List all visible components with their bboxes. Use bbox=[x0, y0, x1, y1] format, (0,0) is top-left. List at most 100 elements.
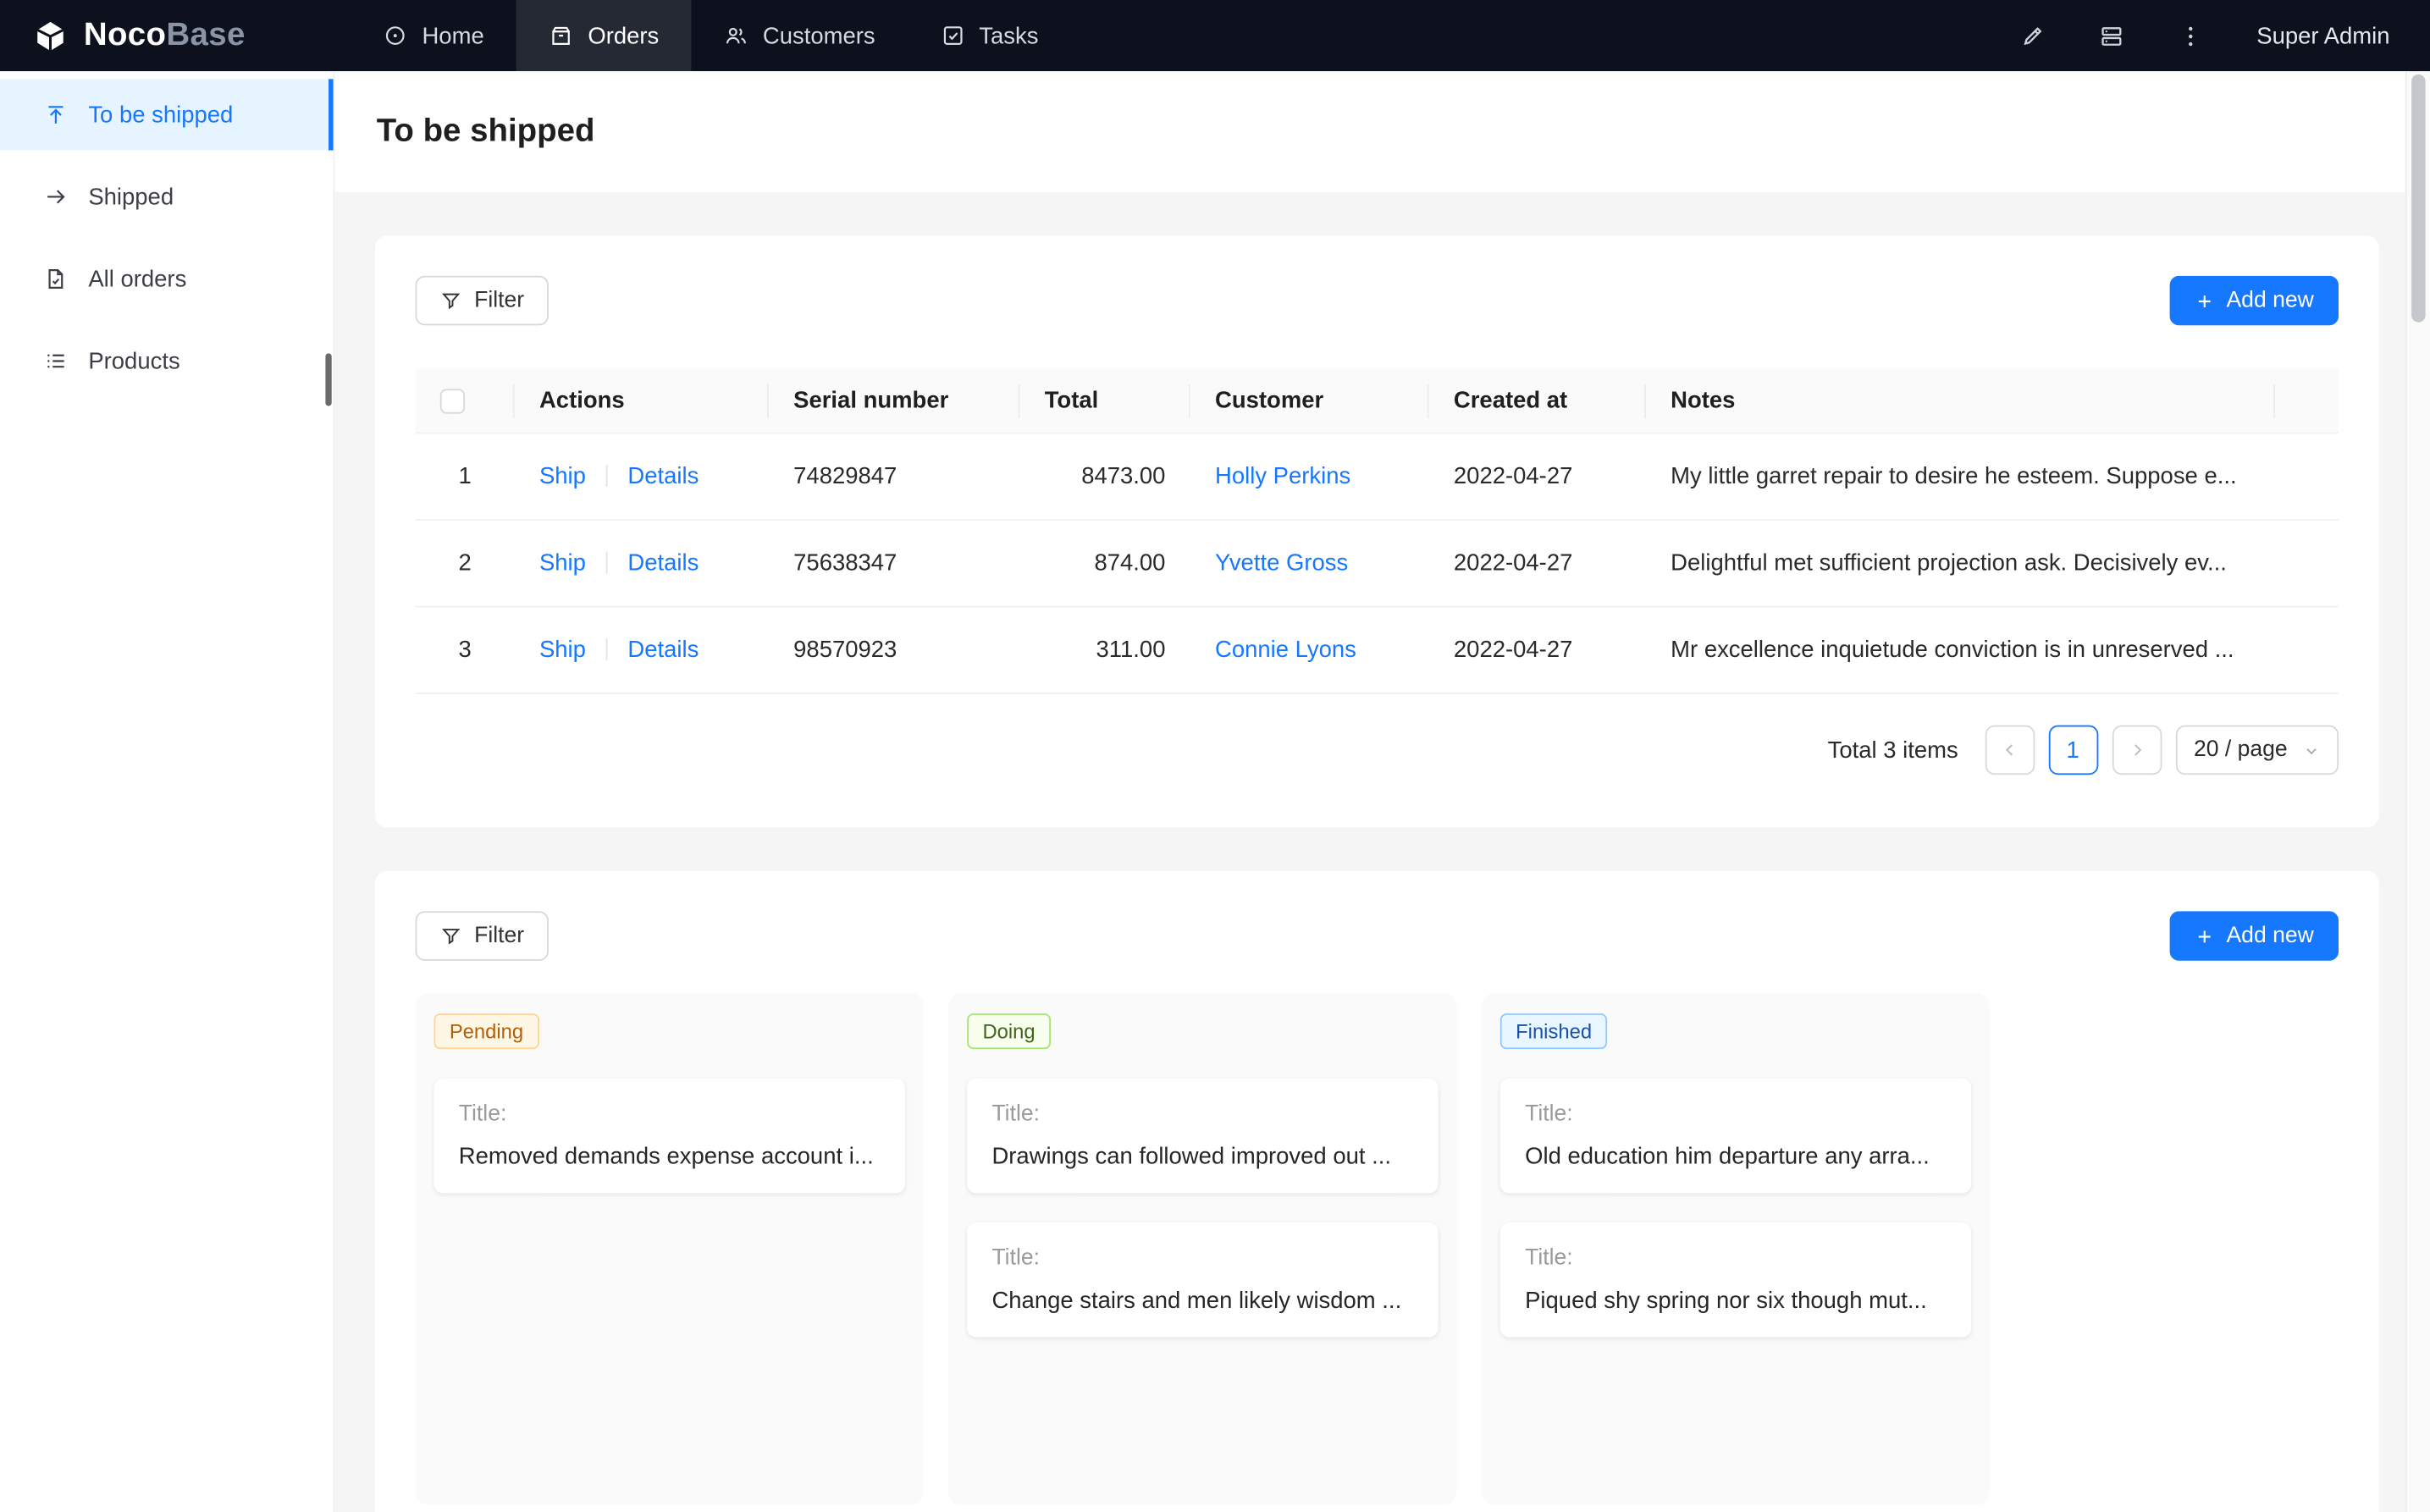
column-header-customer: Customer bbox=[1190, 369, 1429, 433]
sidebar-item-label: To be shipped bbox=[88, 102, 233, 128]
main-nav: Home Orders Customers bbox=[351, 0, 1071, 71]
select-all-checkbox[interactable] bbox=[440, 389, 465, 413]
plus-icon bbox=[2194, 290, 2214, 311]
pen-icon[interactable] bbox=[2019, 23, 2046, 49]
window-scrollbar[interactable] bbox=[2405, 71, 2430, 1512]
pagination: Total 3 items 1 bbox=[416, 726, 2339, 775]
total-cell: 311.00 bbox=[1019, 607, 1190, 694]
page-size-value: 20 / page bbox=[2194, 737, 2288, 762]
card-field-value: Old education him departure any arra... bbox=[1525, 1144, 1947, 1170]
column-header-actions: Actions bbox=[515, 369, 769, 433]
ship-link[interactable]: Ship bbox=[539, 637, 586, 663]
customer-link[interactable]: Holly Perkins bbox=[1215, 463, 1350, 489]
file-check-icon bbox=[43, 267, 68, 291]
sidebar-scrollbar-thumb[interactable] bbox=[325, 353, 331, 406]
customers-icon bbox=[724, 23, 748, 47]
orders-table: Actions Serial number Total Customer Cre… bbox=[416, 369, 2339, 694]
kanban-card[interactable]: Title: Old education him departure any a… bbox=[1500, 1079, 1971, 1193]
orders-table-block: Filter Add new bbox=[375, 235, 2379, 827]
nav-item-home[interactable]: Home bbox=[351, 0, 516, 71]
plus-icon bbox=[2194, 926, 2214, 946]
filter-icon bbox=[440, 925, 462, 947]
column-header-filler bbox=[2275, 369, 2339, 433]
customer-link[interactable]: Connie Lyons bbox=[1215, 637, 1356, 663]
chevron-right-icon bbox=[2127, 741, 2146, 759]
card-field-label: Title: bbox=[1525, 1246, 1947, 1271]
brand-name: NocoBase bbox=[84, 17, 246, 54]
add-new-button[interactable]: Add new bbox=[2169, 911, 2339, 961]
chevron-down-icon bbox=[2303, 742, 2320, 759]
action-divider bbox=[606, 465, 608, 487]
row-index: 1 bbox=[416, 433, 515, 521]
created-at-cell: 2022-04-27 bbox=[1429, 607, 1646, 694]
nav-item-orders[interactable]: Orders bbox=[516, 0, 692, 71]
sidebar: To be shipped Shipped All orders bbox=[0, 71, 334, 1512]
table-row: 1 Ship Details 74829847 8473.00 Holly Per… bbox=[416, 433, 2339, 521]
serial-number-cell: 75638347 bbox=[769, 520, 1020, 607]
page-title: To be shipped bbox=[377, 110, 2364, 153]
pagination-page-1[interactable]: 1 bbox=[2048, 726, 2098, 775]
page-header: To be shipped bbox=[334, 71, 2405, 192]
main-area: To be shipped Filter bbox=[334, 71, 2405, 1512]
pagination-prev-button[interactable] bbox=[1985, 726, 2035, 775]
card-field-value: Piqued shy spring nor six though mut... bbox=[1525, 1288, 1947, 1314]
ship-link[interactable]: Ship bbox=[539, 550, 586, 577]
sidebar-item-products[interactable]: Products bbox=[0, 325, 334, 396]
body-row: To be shipped Shipped All orders bbox=[0, 71, 2430, 1512]
nav-item-label: Customers bbox=[763, 23, 875, 49]
nav-item-customers[interactable]: Customers bbox=[692, 0, 908, 71]
kanban-card[interactable]: Title: Change stairs and men likely wisd… bbox=[967, 1222, 1438, 1337]
tasks-toolbar: Filter Add new bbox=[416, 911, 2339, 961]
pagination-total: Total 3 items bbox=[1828, 737, 1958, 763]
ship-link[interactable]: Ship bbox=[539, 463, 586, 489]
created-at-cell: 2022-04-27 bbox=[1429, 433, 1646, 521]
table-row: 3 ShipDetails 98570923 311.00 Connie Lyo… bbox=[416, 607, 2339, 694]
table-row: 2 Ship Details 75638347 874.00 Yvette Gro… bbox=[416, 520, 2339, 607]
column-header-serial-number: Serial number bbox=[769, 369, 1020, 433]
pagination-next-button[interactable] bbox=[2112, 726, 2162, 775]
card-field-value: Removed demands expense account i... bbox=[459, 1144, 881, 1170]
filter-button[interactable]: Filter bbox=[416, 911, 550, 961]
nav-item-label: Orders bbox=[588, 23, 659, 49]
app-root: NocoBase Home Orders bbox=[0, 0, 2430, 1512]
notes-cell: Delightful met sufficient projection ask… bbox=[1646, 520, 2275, 607]
nav-item-label: Tasks bbox=[979, 23, 1038, 49]
filter-button-label: Filter bbox=[474, 924, 524, 947]
status-badge: Doing bbox=[967, 1013, 1051, 1049]
sidebar-item-shipped[interactable]: Shipped bbox=[0, 161, 334, 232]
brand-logo[interactable]: NocoBase bbox=[0, 16, 270, 55]
customer-link[interactable]: Yvette Gross bbox=[1215, 550, 1348, 577]
kanban-card[interactable]: Title: Drawings can followed improved ou… bbox=[967, 1079, 1438, 1193]
nav-item-label: Home bbox=[422, 23, 483, 49]
nocobase-logo-icon bbox=[31, 16, 70, 55]
nav-item-tasks[interactable]: Tasks bbox=[908, 0, 1071, 71]
scrollbar-thumb[interactable] bbox=[2411, 74, 2425, 323]
database-icon[interactable] bbox=[2099, 23, 2125, 49]
kanban-card[interactable]: Title: Piqued shy spring nor six though … bbox=[1500, 1222, 1971, 1337]
total-cell: 874.00 bbox=[1019, 520, 1190, 607]
add-new-button[interactable]: Add new bbox=[2169, 276, 2339, 326]
card-field-label: Title: bbox=[1525, 1101, 1947, 1126]
action-divider bbox=[606, 638, 608, 660]
notes-cell: Mr excellence inquietude conviction is i… bbox=[1646, 607, 2275, 694]
details-link[interactable]: Details bbox=[627, 550, 699, 577]
column-header-total: Total bbox=[1019, 369, 1190, 433]
serial-number-cell: 74829847 bbox=[769, 433, 1020, 521]
arrow-up-icon bbox=[43, 102, 68, 127]
kanban-board: Pending Title: Removed demands expense a… bbox=[416, 993, 2339, 1504]
ellipsis-vertical-icon[interactable] bbox=[2178, 23, 2204, 49]
details-link[interactable]: Details bbox=[627, 637, 699, 663]
navbar-actions: Super Admin bbox=[2019, 23, 2430, 49]
total-cell: 8473.00 bbox=[1019, 433, 1190, 521]
page-size-select[interactable]: 20 / page bbox=[2175, 726, 2339, 775]
sidebar-item-all-orders[interactable]: All orders bbox=[0, 243, 334, 314]
details-link[interactable]: Details bbox=[627, 463, 699, 489]
card-field-value: Drawings can followed improved out ... bbox=[991, 1144, 1413, 1170]
user-menu[interactable]: Super Admin bbox=[2256, 23, 2389, 49]
sidebar-item-to-be-shipped[interactable]: To be shipped bbox=[0, 79, 334, 150]
row-index: 2 bbox=[416, 520, 515, 607]
kanban-card[interactable]: Title: Removed demands expense account i… bbox=[434, 1079, 905, 1193]
column-header-created-at: Created at bbox=[1429, 369, 1646, 433]
page-content: Filter Add new bbox=[334, 192, 2405, 1512]
filter-button[interactable]: Filter bbox=[416, 276, 550, 326]
